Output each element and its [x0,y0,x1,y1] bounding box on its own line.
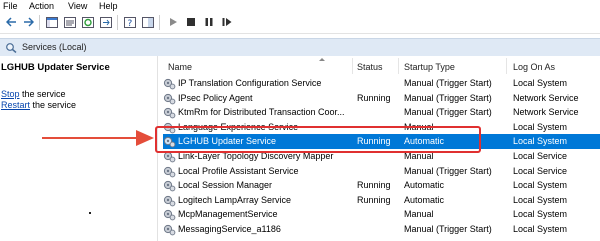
cell-startup-type: Automatic [404,194,445,205]
menu-help[interactable]: Help [99,0,118,12]
scroll-up-icon[interactable] [319,58,325,61]
toolbar: ? [0,12,600,34]
restart-action: Restart the service [1,100,76,110]
pause-icon[interactable] [203,16,215,28]
cell-log-on-as: Local System [513,121,568,132]
column-header-status[interactable]: Status [357,61,383,73]
cell-name: Logitech LampArray Service [178,194,292,205]
console-tree-icon[interactable] [46,16,58,28]
column-divider[interactable] [352,58,353,74]
cell-name: MessagingService_a1186 [178,224,281,234]
help-icon[interactable]: ? [124,16,136,28]
table-row[interactable]: IP Translation Configuration Service Manu… [163,76,600,91]
svg-text:?: ? [128,19,133,28]
stop-suffix: the service [19,89,66,99]
cursor-dot [89,212,91,214]
toolbar-separator [117,15,118,30]
annotation-highlight-box [155,126,481,153]
annotation-arrow-head [136,130,154,146]
cell-startup-type: Automatic [404,180,445,191]
toolbar-separator [39,15,40,30]
service-gear-icon [163,77,176,90]
resume-icon[interactable] [221,16,233,28]
properties-icon[interactable] [64,16,76,28]
table-row[interactable]: KtmRm for Distributed Transaction Coor..… [163,105,600,120]
stop-action: Stop the service [1,89,66,99]
column-header-name[interactable]: Name [168,61,192,73]
cell-log-on-as: Network Service [513,107,579,118]
cell-status: Running [357,180,391,191]
stop-link[interactable]: Stop [1,89,20,99]
refresh-icon[interactable] [82,16,94,28]
cell-log-on-as: Local System [513,224,568,234]
export-icon[interactable] [100,16,112,28]
menu-file[interactable]: File [3,0,18,12]
forward-arrow-icon[interactable] [22,16,34,28]
table-row[interactable]: MessagingService_a1186 Manual (Trigger St… [163,222,600,237]
cell-startup-type: Manual (Trigger Start) [404,165,492,176]
service-gear-icon [163,106,176,119]
cell-log-on-as: Network Service [513,92,579,103]
toolbar-separator [159,15,160,30]
stop-icon[interactable] [185,16,197,28]
menu-bar: File Action View Help [0,0,600,12]
cell-name: IPsec Policy Agent [178,92,253,103]
cell-log-on-as: Local System [513,180,568,191]
cell-name: McpManagementService [178,209,278,220]
restart-suffix: the service [30,100,77,110]
column-divider[interactable] [398,58,399,74]
table-row[interactable]: McpManagementService Manual Local System [163,207,600,222]
cell-log-on-as: Local System [513,136,568,147]
column-header-startup-type[interactable]: Startup Type [404,61,455,73]
service-gear-icon [163,194,176,207]
table-row[interactable]: Local Session Manager Running Automatic Loc… [163,178,600,193]
magnifier-icon [5,42,17,55]
show-hide-icon[interactable] [142,16,154,28]
cell-name: KtmRm for Distributed Transaction Coor..… [178,107,345,118]
restart-link[interactable]: Restart [1,100,30,110]
table-row[interactable]: Local Profile Assistant Service Manual (T… [163,164,600,179]
menu-view[interactable]: View [68,0,87,12]
service-gear-icon [163,92,176,105]
service-gear-icon [163,179,176,192]
annotation-arrow-shaft [42,137,138,139]
service-gear-icon [163,223,176,236]
table-row[interactable]: Logitech LampArray Service Running Automat… [163,193,600,208]
column-header-log-on-as[interactable]: Log On As [513,61,555,73]
description-pane: LGHUB Updater Service Stop the service R… [0,56,158,241]
cell-log-on-as: Local Service [513,151,568,161]
cell-status: Running [357,92,391,103]
cell-startup-type: Manual [404,209,434,220]
table-row[interactable]: IPsec Policy Agent Running Manual (Trigger… [163,91,600,106]
cell-name: Local Session Manager [178,180,273,191]
cell-log-on-as: Local Service [513,165,568,176]
cell-status: Running [357,194,391,205]
cell-log-on-as: Local System [513,194,568,205]
back-arrow-icon[interactable] [5,16,17,28]
header-title: Services (Local) [22,42,87,52]
service-gear-icon [163,208,176,221]
cell-log-on-as: Local System [513,209,568,220]
cell-log-on-as: Local System [513,78,568,88]
cell-startup-type: Manual (Trigger Start) [404,107,492,118]
cell-name: Local Profile Assistant Service [178,165,299,176]
menu-action[interactable]: Action [29,0,54,12]
selected-service-title: LGHUB Updater Service [1,62,110,73]
service-gear-icon [163,165,176,178]
cell-startup-type: Manual (Trigger Start) [404,224,492,234]
cell-startup-type: Manual (Trigger Start) [404,78,492,88]
services-header: Services (Local) [0,38,600,57]
play-icon[interactable] [167,16,179,28]
cell-name: IP Translation Configuration Service [178,78,322,88]
cell-startup-type: Manual (Trigger Start) [404,92,492,103]
column-divider[interactable] [506,58,507,74]
